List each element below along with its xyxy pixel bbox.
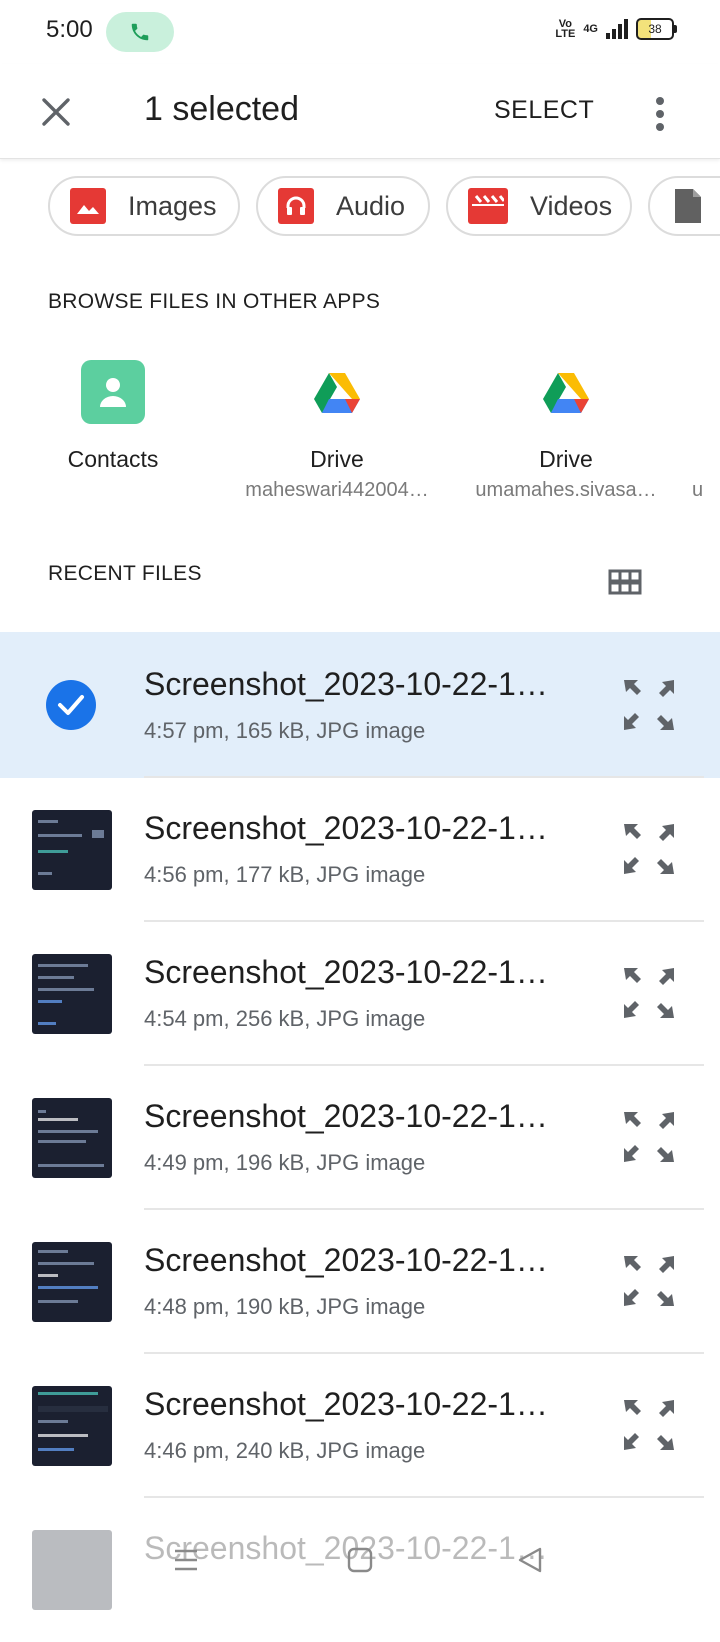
menu-icon [175, 1549, 197, 1571]
battery-level: 38 [648, 22, 662, 36]
file-meta: 4:56 pm, 177 kB, JPG image [144, 862, 426, 887]
status-time: 5:00 [46, 16, 93, 43]
network-type: 4G [583, 23, 598, 35]
status-bar: 5:00 Vo LTE 4G 38 [0, 0, 720, 64]
expand-preview-icon[interactable] [622, 1254, 676, 1308]
file-name: Screenshot_2023-10-22-1… [144, 1242, 548, 1278]
selection-count-title: 1 selected [144, 90, 299, 128]
chip-videos[interactable]: Videos [446, 176, 632, 236]
app-name: Drive [310, 446, 364, 472]
home-button[interactable] [336, 1536, 384, 1584]
chip-label: Images [128, 190, 217, 221]
document-icon [670, 188, 706, 224]
google-drive-icon [305, 360, 369, 424]
file-thumbnail [32, 1386, 112, 1466]
close-button[interactable] [30, 86, 82, 138]
contacts-icon [81, 360, 145, 424]
category-chips: Images Audio Videos [0, 176, 720, 240]
app-drive-2[interactable]: Drive umamahes.sivasa… [456, 360, 676, 502]
phone-icon [131, 23, 149, 41]
grid-view-icon [608, 569, 642, 595]
app-name: Drive [539, 446, 593, 472]
battery-icon: 38 [636, 18, 677, 40]
file-meta: 4:46 pm, 240 kB, JPG image [144, 1438, 426, 1463]
file-row[interactable]: Screenshot_2023-10-22-1… 4:56 pm, 177 kB… [0, 776, 720, 922]
home-square-icon [347, 1547, 373, 1573]
chip-images[interactable]: Images [48, 176, 240, 236]
status-icons: Vo LTE 4G 38 [555, 18, 677, 40]
expand-preview-icon[interactable] [622, 822, 676, 876]
headphones-icon [278, 188, 314, 224]
back-triangle-icon [518, 1547, 542, 1573]
file-thumbnail [32, 954, 112, 1034]
select-button[interactable]: SELECT [494, 96, 594, 125]
file-thumbnail [32, 1242, 112, 1322]
recent-files-title: RECENT FILES [48, 562, 202, 585]
volte-indicator: Vo LTE [555, 18, 576, 40]
app-partial[interactable]: u [692, 360, 720, 502]
expand-preview-icon[interactable] [622, 678, 676, 732]
file-row[interactable]: Screenshot_2023-10-22-1… 4:49 pm, 196 kB… [0, 1064, 720, 1210]
file-meta: 4:48 pm, 190 kB, JPG image [144, 1294, 426, 1319]
file-name: Screenshot_2023-10-22-1… [144, 1386, 548, 1422]
signal-icon [606, 19, 628, 39]
file-name: Screenshot_2023-10-22-1… [144, 666, 548, 702]
account-email: u [692, 479, 704, 501]
file-row[interactable]: Screenshot_2023-10-22-1… 4:57 pm, 165 kB… [0, 632, 720, 778]
ongoing-call-indicator[interactable] [106, 12, 174, 52]
file-meta: 4:57 pm, 165 kB, JPG image [144, 718, 426, 743]
chip-label: Audio [336, 190, 406, 221]
close-icon [42, 98, 70, 126]
file-row[interactable]: Screenshot_2023-10-22-1… 4:54 pm, 256 kB… [0, 920, 720, 1066]
expand-preview-icon[interactable] [622, 1398, 676, 1452]
recents-button[interactable] [162, 1536, 210, 1584]
more-options-button[interactable] [640, 88, 680, 140]
google-drive-icon [534, 360, 598, 424]
file-thumbnail [32, 1098, 112, 1178]
chip-documents[interactable] [648, 176, 720, 236]
back-button[interactable] [506, 1536, 554, 1584]
account-email: maheswari442004… [245, 479, 429, 501]
selection-toolbar: 1 selected SELECT [0, 64, 720, 159]
file-name: Screenshot_2023-10-22-1… [144, 810, 548, 846]
file-meta: 4:54 pm, 256 kB, JPG image [144, 1006, 426, 1031]
file-row[interactable]: Screenshot_2023-10-22-1… 4:46 pm, 240 kB… [0, 1352, 720, 1498]
image-icon [70, 188, 106, 224]
app-drive-1[interactable]: Drive maheswari442004… [232, 360, 442, 502]
file-row[interactable]: Screenshot_2023-10-22-1… 4:48 pm, 190 kB… [0, 1208, 720, 1354]
more-vert-icon [656, 97, 664, 131]
checkmark-icon[interactable] [46, 680, 96, 730]
expand-preview-icon[interactable] [622, 966, 676, 1020]
chip-label: Videos [530, 190, 613, 221]
file-name: Screenshot_2023-10-22-1… [144, 1098, 548, 1134]
file-thumbnail [32, 810, 112, 890]
chip-audio[interactable]: Audio [256, 176, 430, 236]
browse-apps-title: BROWSE FILES IN OTHER APPS [48, 290, 381, 313]
grid-view-button[interactable] [604, 564, 648, 602]
file-meta: 4:49 pm, 196 kB, JPG image [144, 1150, 426, 1175]
expand-preview-icon[interactable] [622, 1110, 676, 1164]
app-name: Contacts [67, 446, 159, 472]
app-contacts[interactable]: Contacts [8, 360, 218, 473]
account-email: umamahes.sivasa… [475, 479, 657, 501]
file-name: Screenshot_2023-10-22-1… [144, 954, 548, 990]
system-navigation-bar [0, 1520, 720, 1600]
clapperboard-icon [468, 188, 508, 224]
